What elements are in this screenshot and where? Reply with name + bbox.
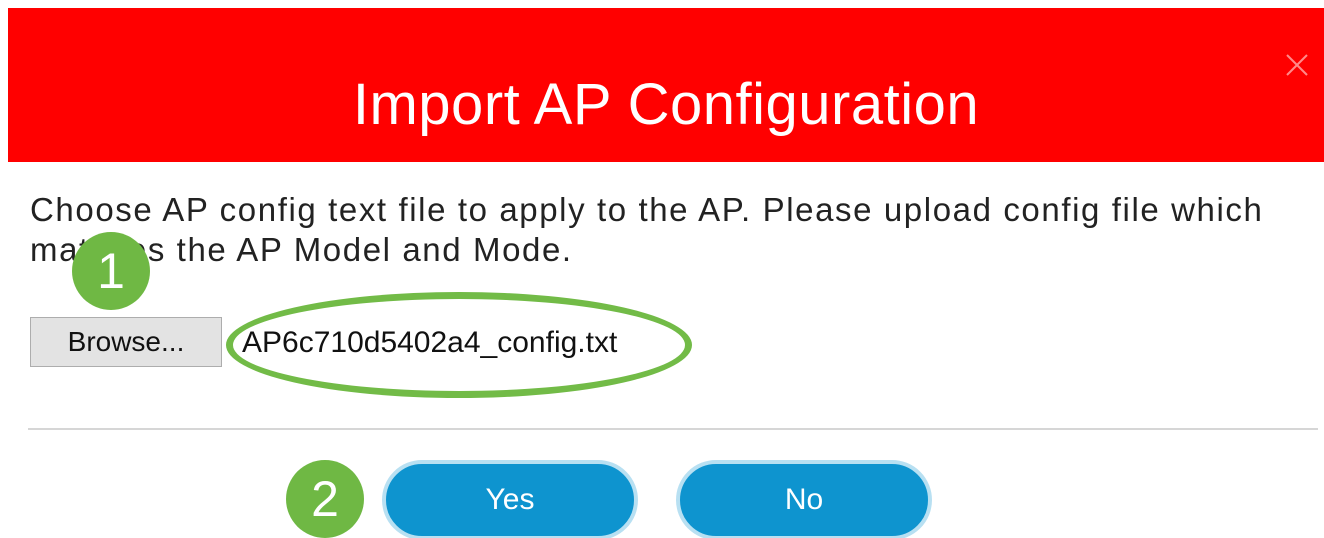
- dialog-header: Import AP Configuration: [8, 8, 1324, 162]
- file-name-highlight-ring: [226, 292, 692, 398]
- close-icon-glyph: [1286, 54, 1308, 76]
- browse-button[interactable]: Browse...: [30, 317, 222, 367]
- step-1-callout: 1: [72, 232, 150, 310]
- dialog-title: Import AP Configuration: [352, 72, 980, 137]
- footer-divider: [28, 428, 1318, 430]
- dialog-description: Choose AP config text file to apply to t…: [30, 191, 1264, 268]
- yes-button[interactable]: Yes: [382, 460, 638, 538]
- step-2-callout: 2: [286, 460, 364, 538]
- no-button[interactable]: No: [676, 460, 932, 538]
- close-icon[interactable]: [1284, 52, 1310, 78]
- import-ap-config-dialog: Import AP Configuration Choose AP config…: [0, 0, 1324, 538]
